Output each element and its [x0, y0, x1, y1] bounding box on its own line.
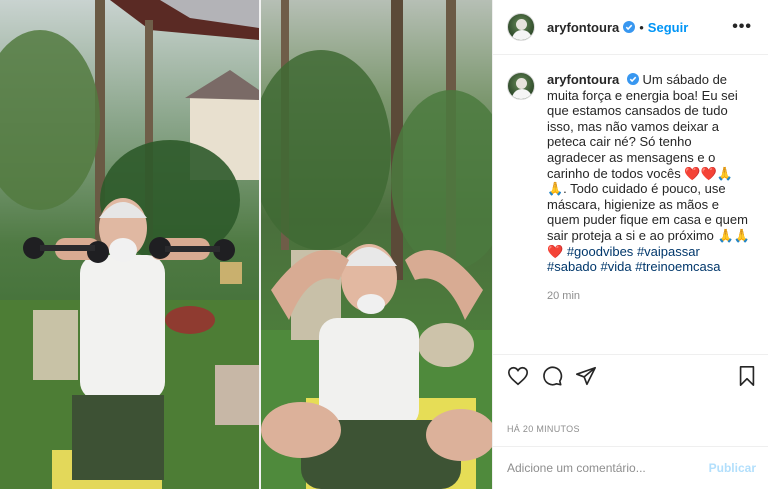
caption-avatar[interactable]	[507, 72, 535, 100]
caption-username[interactable]: aryfontoura	[547, 72, 619, 87]
hashtag-link[interactable]: #goodvibes	[567, 244, 634, 259]
photo-right-situps	[261, 0, 492, 489]
header-separator: •	[639, 19, 644, 35]
caption: aryfontoura Um sábado de muita força e e…	[547, 72, 752, 304]
publish-button[interactable]: Publicar	[709, 461, 756, 475]
hashtag-link[interactable]: #vida	[601, 259, 632, 274]
caption-text: Um sábado de muita força e energia boa! …	[547, 72, 750, 274]
hashtag-link[interactable]: #treinoemcasa	[635, 259, 720, 274]
photo-right-illustration	[261, 0, 492, 489]
share-icon[interactable]	[575, 365, 597, 387]
hashtag-link[interactable]: #sabado	[547, 259, 597, 274]
post-photo[interactable]	[0, 0, 492, 489]
hashtag-link[interactable]: #vaipassar	[637, 244, 700, 259]
caption-time: 20 min	[547, 289, 581, 302]
comment-form: Publicar	[493, 446, 768, 489]
comment-input[interactable]	[507, 461, 709, 475]
photo-left-dumbbells	[0, 0, 259, 489]
caption-section: aryfontoura Um sábado de muita força e e…	[493, 56, 768, 304]
post-header: aryfontoura • Seguir •••	[493, 0, 768, 55]
photo-left-illustration	[0, 0, 259, 489]
verified-badge-icon	[626, 73, 639, 85]
action-bar	[493, 354, 768, 396]
follow-button[interactable]: Seguir	[648, 20, 688, 35]
post-sidebar: aryfontoura • Seguir ••• aryfontoura Um …	[492, 0, 768, 489]
post-timestamp: HÁ 20 MINUTOS	[507, 424, 580, 434]
bookmark-icon[interactable]	[736, 365, 758, 387]
caption-text-part: Um sábado de muita força e energia boa! …	[547, 72, 750, 259]
avatar[interactable]	[507, 13, 535, 41]
verified-badge-icon	[623, 21, 636, 33]
header-username[interactable]: aryfontoura	[547, 20, 619, 35]
more-options-icon[interactable]: •••	[732, 18, 752, 36]
comment-icon[interactable]	[541, 365, 563, 387]
heart-icon[interactable]	[507, 365, 529, 387]
